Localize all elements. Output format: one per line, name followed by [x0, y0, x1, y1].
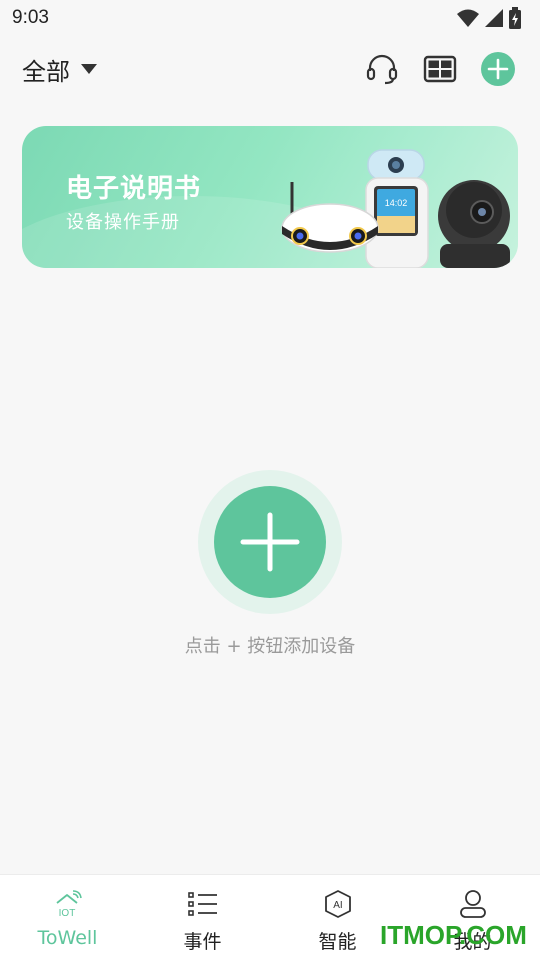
- list-icon: [187, 889, 218, 919]
- tab-label: 事件: [183, 931, 222, 953]
- device-screen-time: 14:02: [385, 198, 408, 208]
- camera-products-illustration: 14:02: [281, 149, 510, 268]
- battery-icon: [509, 7, 521, 29]
- add-button[interactable]: [480, 51, 516, 87]
- top-actions: [364, 51, 516, 87]
- ai-icon: AI: [324, 889, 352, 919]
- add-device-circle: [214, 486, 326, 598]
- plus-circle-icon: [481, 52, 515, 86]
- wifi-icon: [457, 9, 479, 27]
- manual-banner[interactable]: 电子说明书 设备操作手册 14:02: [22, 126, 518, 268]
- svg-text:IOT: IOT: [58, 908, 75, 918]
- top-bar: 全部: [0, 44, 540, 94]
- headset-icon: [366, 54, 398, 85]
- status-icons: [456, 7, 522, 29]
- tab-label: ToWell: [37, 927, 98, 949]
- filter-label: 全部: [22, 57, 70, 86]
- grid-layout-icon: [423, 55, 457, 83]
- empty-state-hint: 点击 + 按钮添加设备: [184, 636, 356, 657]
- svg-text:AI: AI: [333, 900, 342, 911]
- layout-grid-button[interactable]: [422, 51, 458, 87]
- tab-towell[interactable]: IOT ToWell: [0, 875, 135, 960]
- banner-title: 电子说明书: [66, 174, 202, 204]
- tab-events[interactable]: 事件: [135, 875, 270, 960]
- status-time: 9:03: [12, 7, 49, 28]
- home-iot-icon: IOT: [54, 889, 82, 919]
- watermark: ITMOP.COM: [380, 920, 527, 950]
- banner-subtitle: 设备操作手册: [66, 212, 180, 233]
- add-device-button[interactable]: [198, 470, 342, 614]
- device-filter-dropdown[interactable]: 全部: [22, 52, 98, 87]
- cellular-signal-icon: [485, 9, 503, 27]
- customer-service-button[interactable]: [364, 51, 400, 87]
- plus-icon: [240, 512, 300, 572]
- user-icon: [459, 889, 487, 919]
- tab-label: 智能: [318, 931, 357, 953]
- status-bar: 9:03: [0, 0, 540, 36]
- caret-down-icon: [81, 64, 97, 74]
